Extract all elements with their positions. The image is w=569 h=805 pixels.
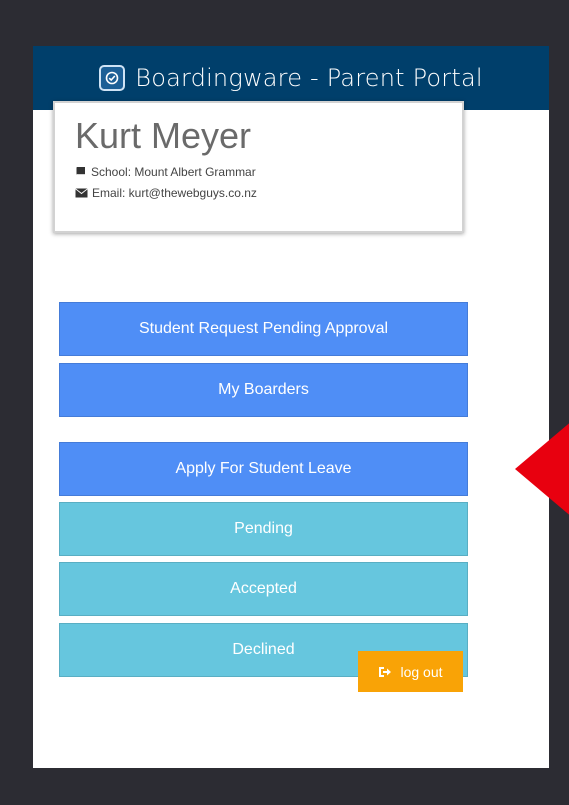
logout-button[interactable]: log out xyxy=(358,651,463,692)
book-icon xyxy=(76,167,85,176)
school-text: School: Mount Albert Grammar xyxy=(91,164,256,179)
pending-approval-label: Student Request Pending Approval xyxy=(138,320,389,337)
parent-name: Kurt Meyer xyxy=(75,115,252,156)
email-text: Email: kurt@thewebguys.co.nz xyxy=(92,185,257,200)
pending-button[interactable]: Pending xyxy=(59,502,468,556)
profile-card: Kurt Meyer School: Mount Albert Grammar … xyxy=(53,101,464,233)
envelope-icon xyxy=(75,188,88,198)
annotation-arrow-icon xyxy=(515,423,569,515)
my-boarders-label: My Boarders xyxy=(218,381,309,398)
my-boarders-button[interactable]: My Boarders xyxy=(59,363,468,417)
declined-label: Declined xyxy=(232,641,295,658)
email-line: Email: kurt@thewebguys.co.nz xyxy=(75,186,462,200)
portal-logo-icon xyxy=(99,65,126,91)
logout-label: log out xyxy=(400,663,443,680)
apply-leave-button[interactable]: Apply For Student Leave xyxy=(59,442,468,496)
sign-out-icon xyxy=(379,666,392,677)
pending-approval-button[interactable]: Student Request Pending Approval xyxy=(59,302,468,356)
apply-leave-label: Apply For Student Leave xyxy=(175,460,352,477)
accepted-label: Accepted xyxy=(230,580,297,597)
portal-title: Boardingware - Parent Portal xyxy=(135,64,483,92)
pending-label: Pending xyxy=(234,520,293,537)
school-line: School: Mount Albert Grammar xyxy=(75,165,462,179)
accepted-button[interactable]: Accepted xyxy=(59,562,468,616)
